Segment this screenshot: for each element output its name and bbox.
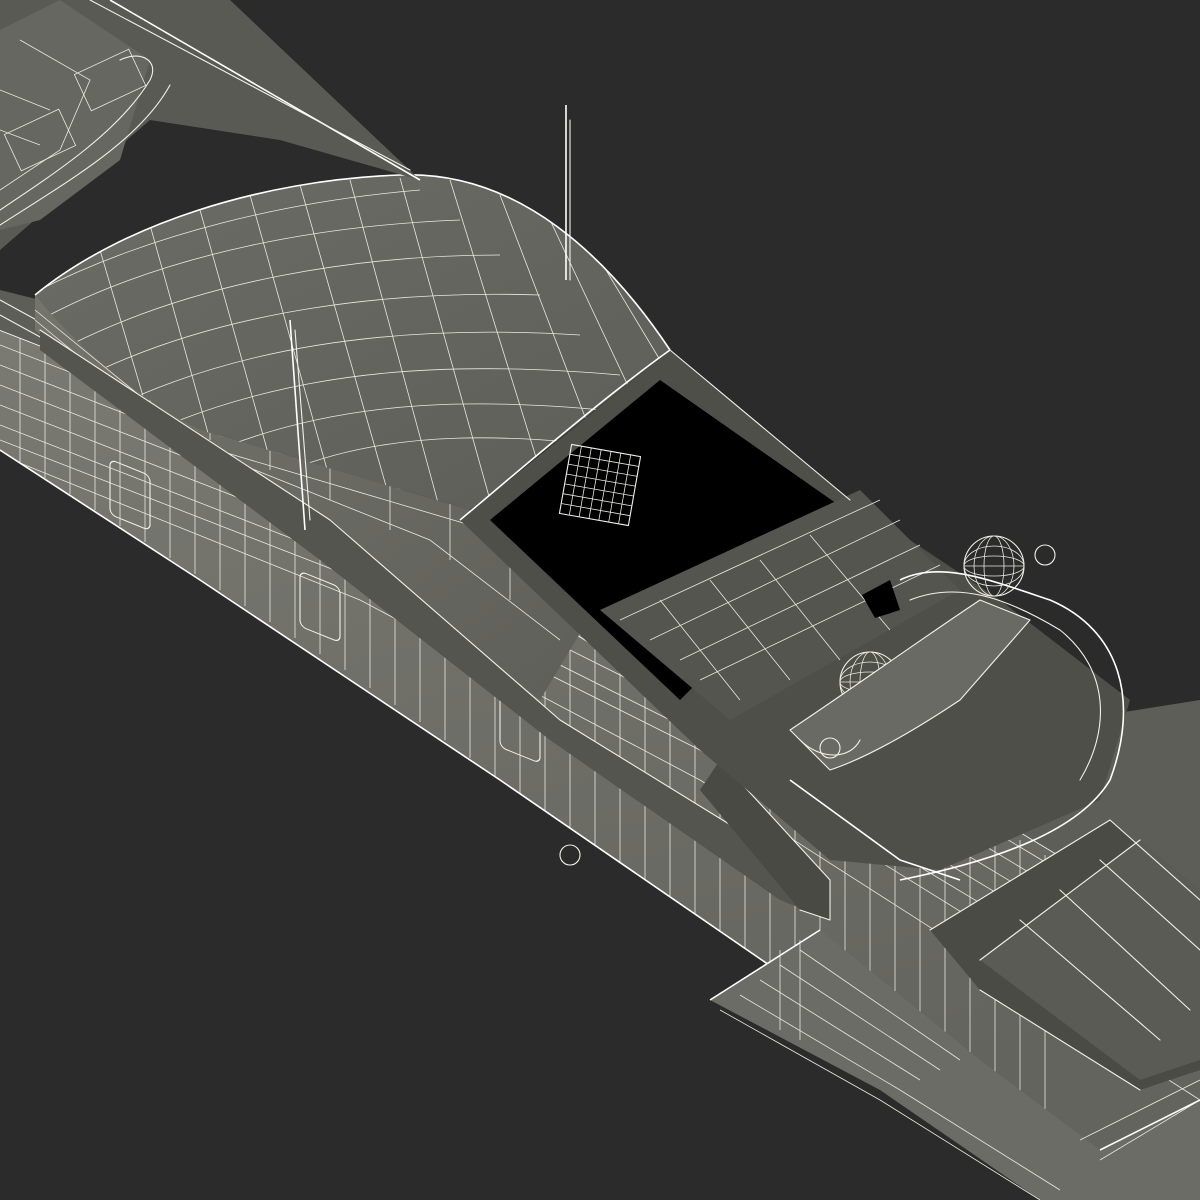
radar-dome-fwd bbox=[963, 535, 1025, 597]
yacht-wireframe bbox=[0, 0, 1200, 1200]
render-viewport bbox=[0, 0, 1200, 1200]
